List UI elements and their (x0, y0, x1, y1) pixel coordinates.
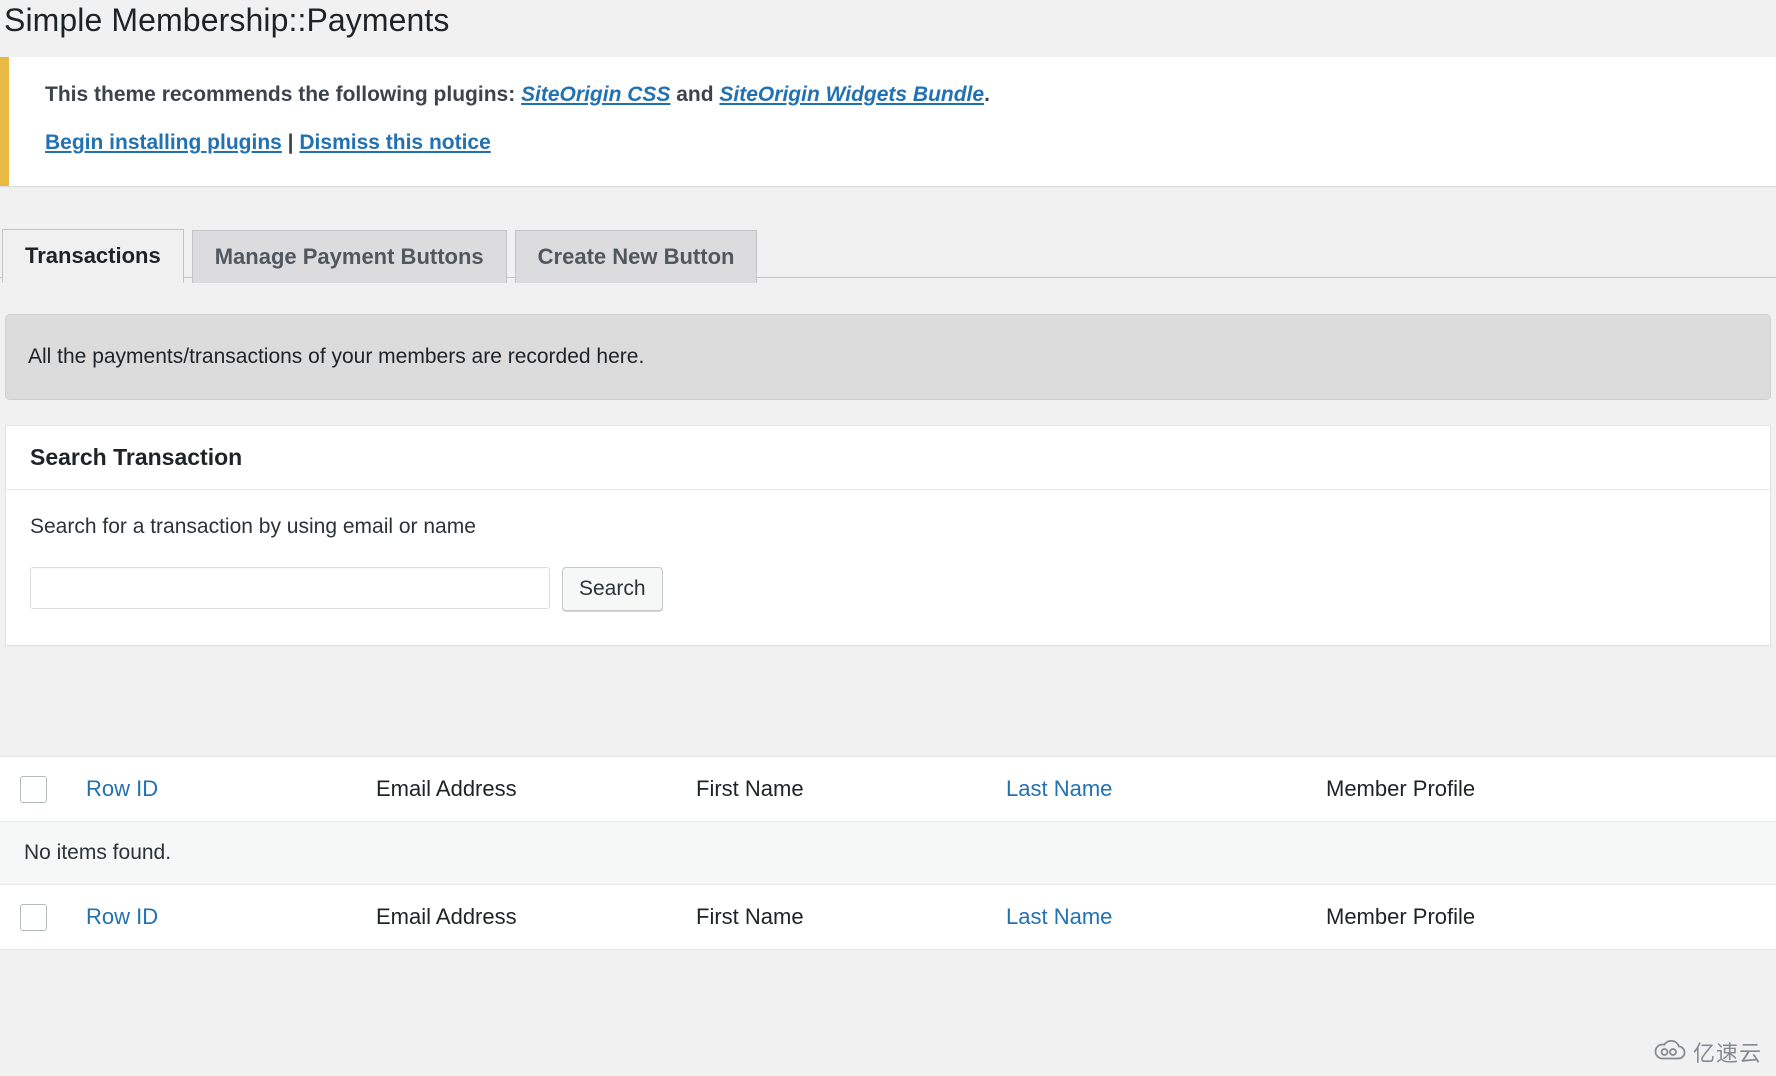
search-panel-title: Search Transaction (30, 443, 243, 470)
search-panel-body: Search for a transaction by using email … (6, 490, 1770, 645)
column-footer-first-name: First Name (696, 884, 1006, 950)
sort-last-name-link-footer[interactable]: Last Name (1006, 904, 1112, 929)
begin-installing-plugins-link[interactable]: Begin installing plugins (45, 131, 282, 154)
watermark-text: 亿速云 (1692, 1042, 1762, 1067)
search-transaction-panel: Search Transaction Search for a transact… (5, 424, 1771, 646)
notice-actions: Begin installing plugins | Dismiss this … (21, 119, 1764, 168)
no-items-row: No items found. (0, 821, 1776, 885)
column-label-first-name: First Name (696, 775, 804, 801)
info-panel-text: All the payments/transactions of your me… (28, 344, 645, 368)
no-items-message: No items found. (0, 821, 1776, 885)
column-header-first-name: First Name (696, 756, 1006, 822)
notice-action-separator: | (281, 131, 300, 155)
transactions-info-panel: All the payments/transactions of your me… (5, 313, 1771, 400)
column-footer-last-name[interactable]: Last Name (1006, 884, 1326, 950)
table-foot: Row ID Email Address First Name Last Nam… (0, 884, 1776, 950)
search-input[interactable] (30, 566, 550, 609)
search-button[interactable]: Search (562, 566, 663, 611)
search-panel-header: Search Transaction (6, 426, 1770, 490)
column-label-member-profile: Member Profile (1326, 775, 1476, 801)
tab-manage-payment-buttons[interactable]: Manage Payment Buttons (191, 229, 507, 283)
cloud-icon (1654, 1039, 1688, 1065)
search-form: Search (30, 566, 1746, 611)
search-description: Search for a transaction by using email … (30, 514, 476, 538)
column-header-email-address: Email Address (376, 756, 696, 822)
table-body: No items found. (0, 821, 1776, 885)
watermark: 亿速云 (1654, 1036, 1762, 1068)
table-head: Row ID Email Address First Name Last Nam… (0, 756, 1776, 822)
plugin-recommendation-notice: This theme recommends the following plug… (0, 56, 1776, 186)
select-all-footer (0, 884, 86, 950)
column-header-member-profile: Member Profile (1326, 756, 1776, 822)
notice-conjunction: and (670, 82, 720, 106)
dismiss-notice-link[interactable]: Dismiss this notice (299, 131, 490, 154)
select-all-checkbox-footer[interactable] (20, 903, 47, 931)
column-label-email-address: Email Address (376, 775, 517, 801)
transactions-table: Row ID Email Address First Name Last Nam… (0, 755, 1776, 950)
sort-last-name-link[interactable]: Last Name (1006, 776, 1112, 801)
page-title: Simple Membership::Payments (4, 2, 450, 38)
tab-create-new-button[interactable]: Create New Button (514, 229, 758, 283)
tab-transactions[interactable]: Transactions (2, 228, 184, 283)
siteorigin-css-link[interactable]: SiteOrigin CSS (521, 83, 670, 106)
select-all-checkbox[interactable] (20, 775, 47, 803)
select-all-header (0, 756, 86, 822)
column-footer-row-id[interactable]: Row ID (86, 884, 376, 950)
column-footer-email-address: Email Address (376, 884, 696, 950)
table-header-row: Row ID Email Address First Name Last Nam… (0, 756, 1776, 822)
column-footer-member-profile: Member Profile (1326, 884, 1776, 950)
notice-message: This theme recommends the following plug… (21, 71, 1764, 120)
column-label-member-profile-footer: Member Profile (1326, 903, 1476, 929)
nav-tab-bar: Transactions Manage Payment Buttons Create… (0, 186, 1776, 283)
siteorigin-widgets-bundle-link[interactable]: SiteOrigin Widgets Bundle (719, 83, 984, 106)
column-label-email-address-footer: Email Address (376, 903, 517, 929)
column-label-first-name-footer: First Name (696, 903, 804, 929)
column-header-row-id[interactable]: Row ID (86, 756, 376, 822)
sort-row-id-link-footer[interactable]: Row ID (86, 904, 158, 929)
column-header-last-name[interactable]: Last Name (1006, 756, 1326, 822)
notice-message-suffix: . (984, 82, 990, 106)
table-footer-row: Row ID Email Address First Name Last Nam… (0, 884, 1776, 950)
sort-row-id-link[interactable]: Row ID (86, 776, 158, 801)
notice-message-prefix: This theme recommends the following plug… (45, 82, 522, 106)
